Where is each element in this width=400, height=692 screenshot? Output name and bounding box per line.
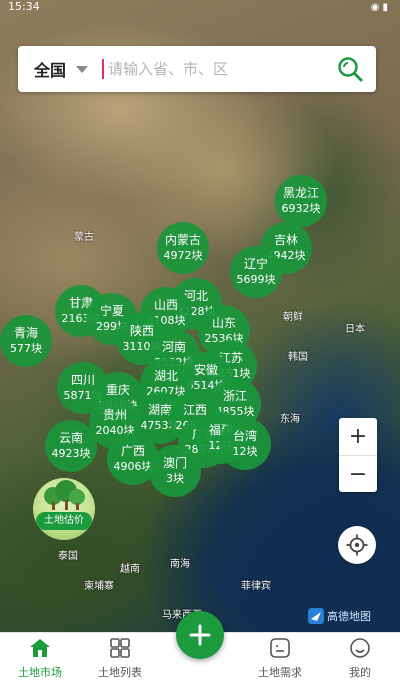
tab-label: 土地市场 — [18, 666, 62, 679]
plus-icon — [189, 624, 211, 646]
search-icon[interactable] — [336, 55, 364, 83]
province-marker[interactable]: 青海 577块 — [0, 315, 52, 367]
tab-land-list[interactable]: 土地列表 — [80, 633, 160, 692]
map-label: 朝鲜 — [283, 312, 303, 323]
search-bar: 全国 — [18, 46, 376, 92]
zoom-control: + − — [339, 418, 377, 492]
map-label: 越南 — [120, 564, 140, 575]
map-label: 菲律宾 — [241, 581, 271, 592]
amap-logo-icon — [308, 608, 324, 624]
grid-icon — [110, 638, 130, 658]
map-label: 日本 — [345, 324, 365, 335]
locate-button[interactable] — [338, 526, 376, 564]
province-marker[interactable]: 台湾 12块 — [219, 418, 271, 470]
tab-label: 土地需求 — [258, 666, 302, 679]
tab-land-market[interactable]: 土地市场 — [0, 633, 80, 692]
tab-land-demand[interactable]: 土地需求 — [240, 633, 320, 692]
message-icon — [270, 638, 290, 658]
map-brand: 高德地图 — [308, 608, 371, 624]
smile-icon — [350, 638, 370, 658]
map-label: 蒙古 — [74, 232, 94, 243]
map-label: 韩国 — [288, 352, 308, 363]
text-cursor — [102, 59, 105, 79]
map-label: 泰国 — [58, 551, 78, 562]
map-label: 东海 — [280, 414, 300, 425]
province-marker[interactable]: 黑龙江 6932块 — [275, 175, 327, 227]
tab-me[interactable]: 我的 — [320, 633, 400, 692]
status-time: 15:34 — [8, 0, 40, 13]
status-icons: ◉ ▮ — [370, 2, 388, 13]
province-marker[interactable]: 云南 4923块 — [45, 420, 97, 472]
province-marker[interactable]: 内蒙古 4972块 — [157, 222, 209, 274]
province-marker[interactable]: 澳门 3块 — [149, 445, 201, 497]
map-label: 南海 — [170, 559, 190, 570]
tab-label: 土地列表 — [98, 666, 142, 679]
add-land-button[interactable] — [176, 611, 224, 659]
crosshair-icon — [346, 534, 368, 556]
home-icon — [30, 639, 50, 657]
region-selector[interactable]: 全国 — [34, 57, 66, 81]
search-input[interactable] — [108, 60, 309, 78]
map-view[interactable]: 15:34 ◉ ▮ 蒙古 朝鲜 韩国 东海 泰国 越南 柬埔寨 菲律宾 马来西亚… — [0, 0, 400, 632]
map-label: 柬埔寨 — [84, 581, 114, 592]
tab-label: 我的 — [349, 666, 371, 679]
land-estimate-button[interactable] — [33, 478, 95, 540]
chevron-down-icon[interactable] — [76, 65, 89, 73]
zoom-out-button[interactable]: − — [339, 455, 377, 492]
land-estimate-label[interactable]: 土地估价 — [36, 512, 92, 530]
zoom-in-button[interactable]: + — [339, 418, 377, 455]
province-marker[interactable]: 辽宁 5699块 — [230, 246, 282, 298]
